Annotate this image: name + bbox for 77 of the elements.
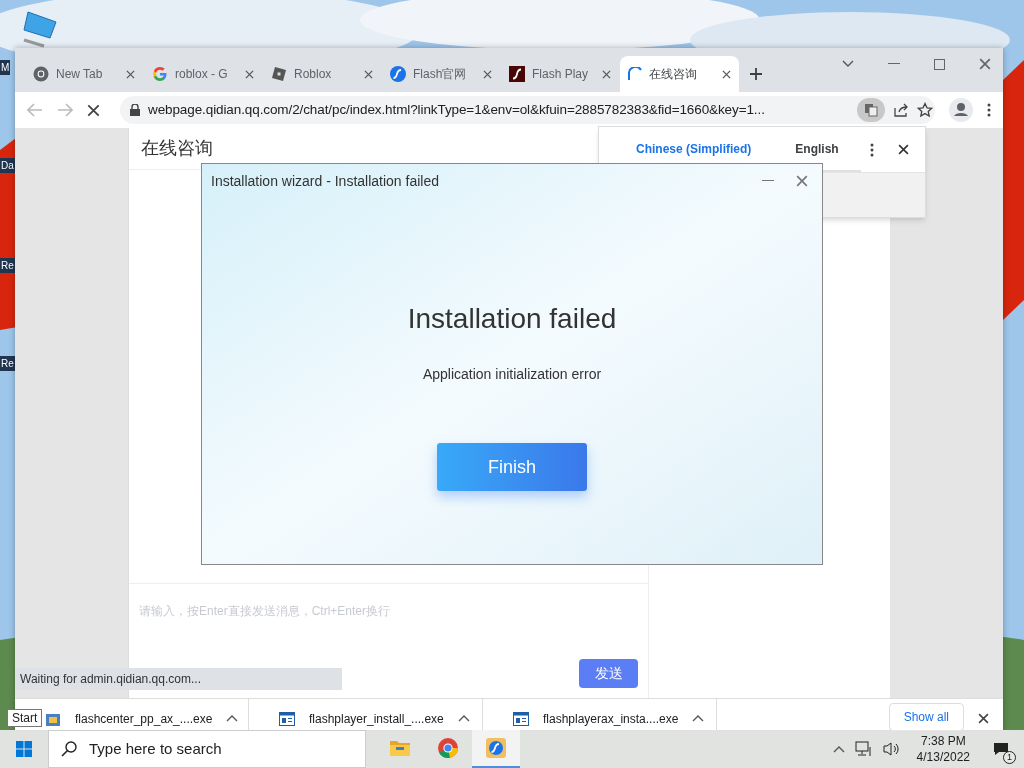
send-button[interactable]: 发送 bbox=[579, 659, 638, 688]
installer-icon bbox=[45, 712, 61, 728]
finish-button[interactable]: Finish bbox=[437, 443, 587, 491]
search-placeholder: Type here to search bbox=[89, 738, 222, 759]
flash-icon bbox=[509, 66, 525, 82]
close-icon[interactable] bbox=[126, 69, 135, 79]
clock-date: 4/13/2022 bbox=[916, 749, 970, 765]
desktop-icon-label: Da bbox=[0, 158, 15, 173]
chevron-down-icon[interactable] bbox=[842, 60, 854, 68]
notification-button[interactable]: 1 bbox=[986, 734, 1016, 764]
chrome-icon bbox=[437, 737, 459, 759]
maximize-icon[interactable] bbox=[934, 58, 945, 70]
folder-icon bbox=[389, 739, 411, 757]
window-icon bbox=[279, 712, 295, 726]
volume-icon[interactable] bbox=[882, 741, 901, 757]
clock-time: 7:38 PM bbox=[920, 733, 966, 749]
close-icon[interactable] bbox=[722, 69, 731, 79]
search-icon bbox=[61, 741, 77, 757]
message-icon bbox=[993, 742, 1009, 756]
google-icon bbox=[152, 66, 168, 82]
dialog-title: Installation wizard - Installation failed bbox=[211, 171, 440, 191]
profile-icon[interactable] bbox=[949, 98, 973, 122]
minimize-icon[interactable] bbox=[762, 180, 774, 182]
desktop-icon-label: Re bbox=[0, 258, 15, 273]
desktop-icon-label: M bbox=[0, 60, 11, 75]
window-icon bbox=[513, 712, 529, 726]
browser-tab[interactable]: 在线咨询 bbox=[620, 56, 739, 92]
download-filename: flashplayer_install_....exe bbox=[309, 711, 444, 727]
close-icon[interactable] bbox=[245, 69, 254, 79]
browser-tab[interactable]: Flash Play bbox=[501, 56, 620, 92]
close-icon[interactable] bbox=[898, 144, 909, 155]
browser-tab[interactable]: Flash官网 bbox=[382, 56, 501, 92]
notification-count: 1 bbox=[1003, 751, 1016, 764]
flash-icon bbox=[485, 737, 507, 759]
tab-title: 在线咨询 bbox=[649, 66, 698, 83]
desktop-icon-label: Re bbox=[0, 356, 15, 371]
tab-title: Flash官网 bbox=[413, 66, 468, 83]
loading-spinner-icon bbox=[628, 67, 642, 81]
new-tab-icon[interactable] bbox=[749, 67, 763, 81]
address-bar[interactable]: webpage.qidian.qq.com/2/chat/pc/index.html?linkType=1&env=ol&kfuin=2885782383&fid=1660&key=1... bbox=[120, 96, 935, 124]
windows-logo-icon bbox=[16, 741, 32, 757]
close-icon[interactable] bbox=[364, 69, 373, 79]
more-icon[interactable] bbox=[870, 142, 874, 157]
lock-icon bbox=[130, 104, 140, 116]
tooltip: Start bbox=[7, 709, 43, 727]
dialog-heading: Installation failed bbox=[407, 302, 617, 336]
search-field[interactable]: Type here to search bbox=[48, 730, 366, 768]
tab-title: Roblox bbox=[294, 66, 333, 83]
chevron-up-icon[interactable] bbox=[457, 714, 470, 722]
minimize-icon[interactable] bbox=[888, 63, 900, 65]
menu-icon[interactable] bbox=[987, 103, 991, 117]
network-icon[interactable] bbox=[854, 741, 873, 757]
tab-title: New Tab bbox=[56, 66, 104, 83]
browser-tab[interactable]: Roblox bbox=[263, 56, 382, 92]
url-text: webpage.qidian.qq.com/2/chat/pc/index.html?linkType=1&env=ol&kfuin=2885782383&fid=1660&key=1... bbox=[148, 100, 766, 119]
close-icon[interactable] bbox=[602, 69, 611, 79]
chevron-up-icon[interactable] bbox=[226, 714, 239, 722]
chevron-up-icon[interactable] bbox=[692, 714, 705, 722]
browser-tab[interactable]: roblox - G bbox=[144, 56, 263, 92]
chrome-icon bbox=[33, 66, 49, 82]
stop-icon[interactable] bbox=[87, 103, 100, 117]
translate-icon[interactable] bbox=[857, 98, 885, 122]
download-filename: flashcenter_pp_ax_....exe bbox=[75, 711, 213, 727]
download-filename: flashplayerax_insta....exe bbox=[543, 711, 679, 727]
show-all-button[interactable]: Show all bbox=[888, 703, 964, 731]
close-icon[interactable] bbox=[483, 69, 492, 79]
star-icon[interactable] bbox=[917, 102, 933, 118]
share-icon[interactable] bbox=[893, 102, 909, 118]
chat-title: 在线咨询 bbox=[141, 137, 213, 160]
tab-title: Flash Play bbox=[532, 66, 590, 83]
browser-tab[interactable]: New Tab bbox=[25, 56, 144, 92]
chevron-up-icon[interactable] bbox=[832, 745, 845, 753]
taskbar-app[interactable] bbox=[472, 730, 520, 768]
tab-title: roblox - G bbox=[175, 66, 229, 83]
flash-icon bbox=[390, 66, 406, 82]
dialog-message: Application initialization error bbox=[422, 365, 602, 384]
close-icon[interactable] bbox=[978, 713, 989, 724]
